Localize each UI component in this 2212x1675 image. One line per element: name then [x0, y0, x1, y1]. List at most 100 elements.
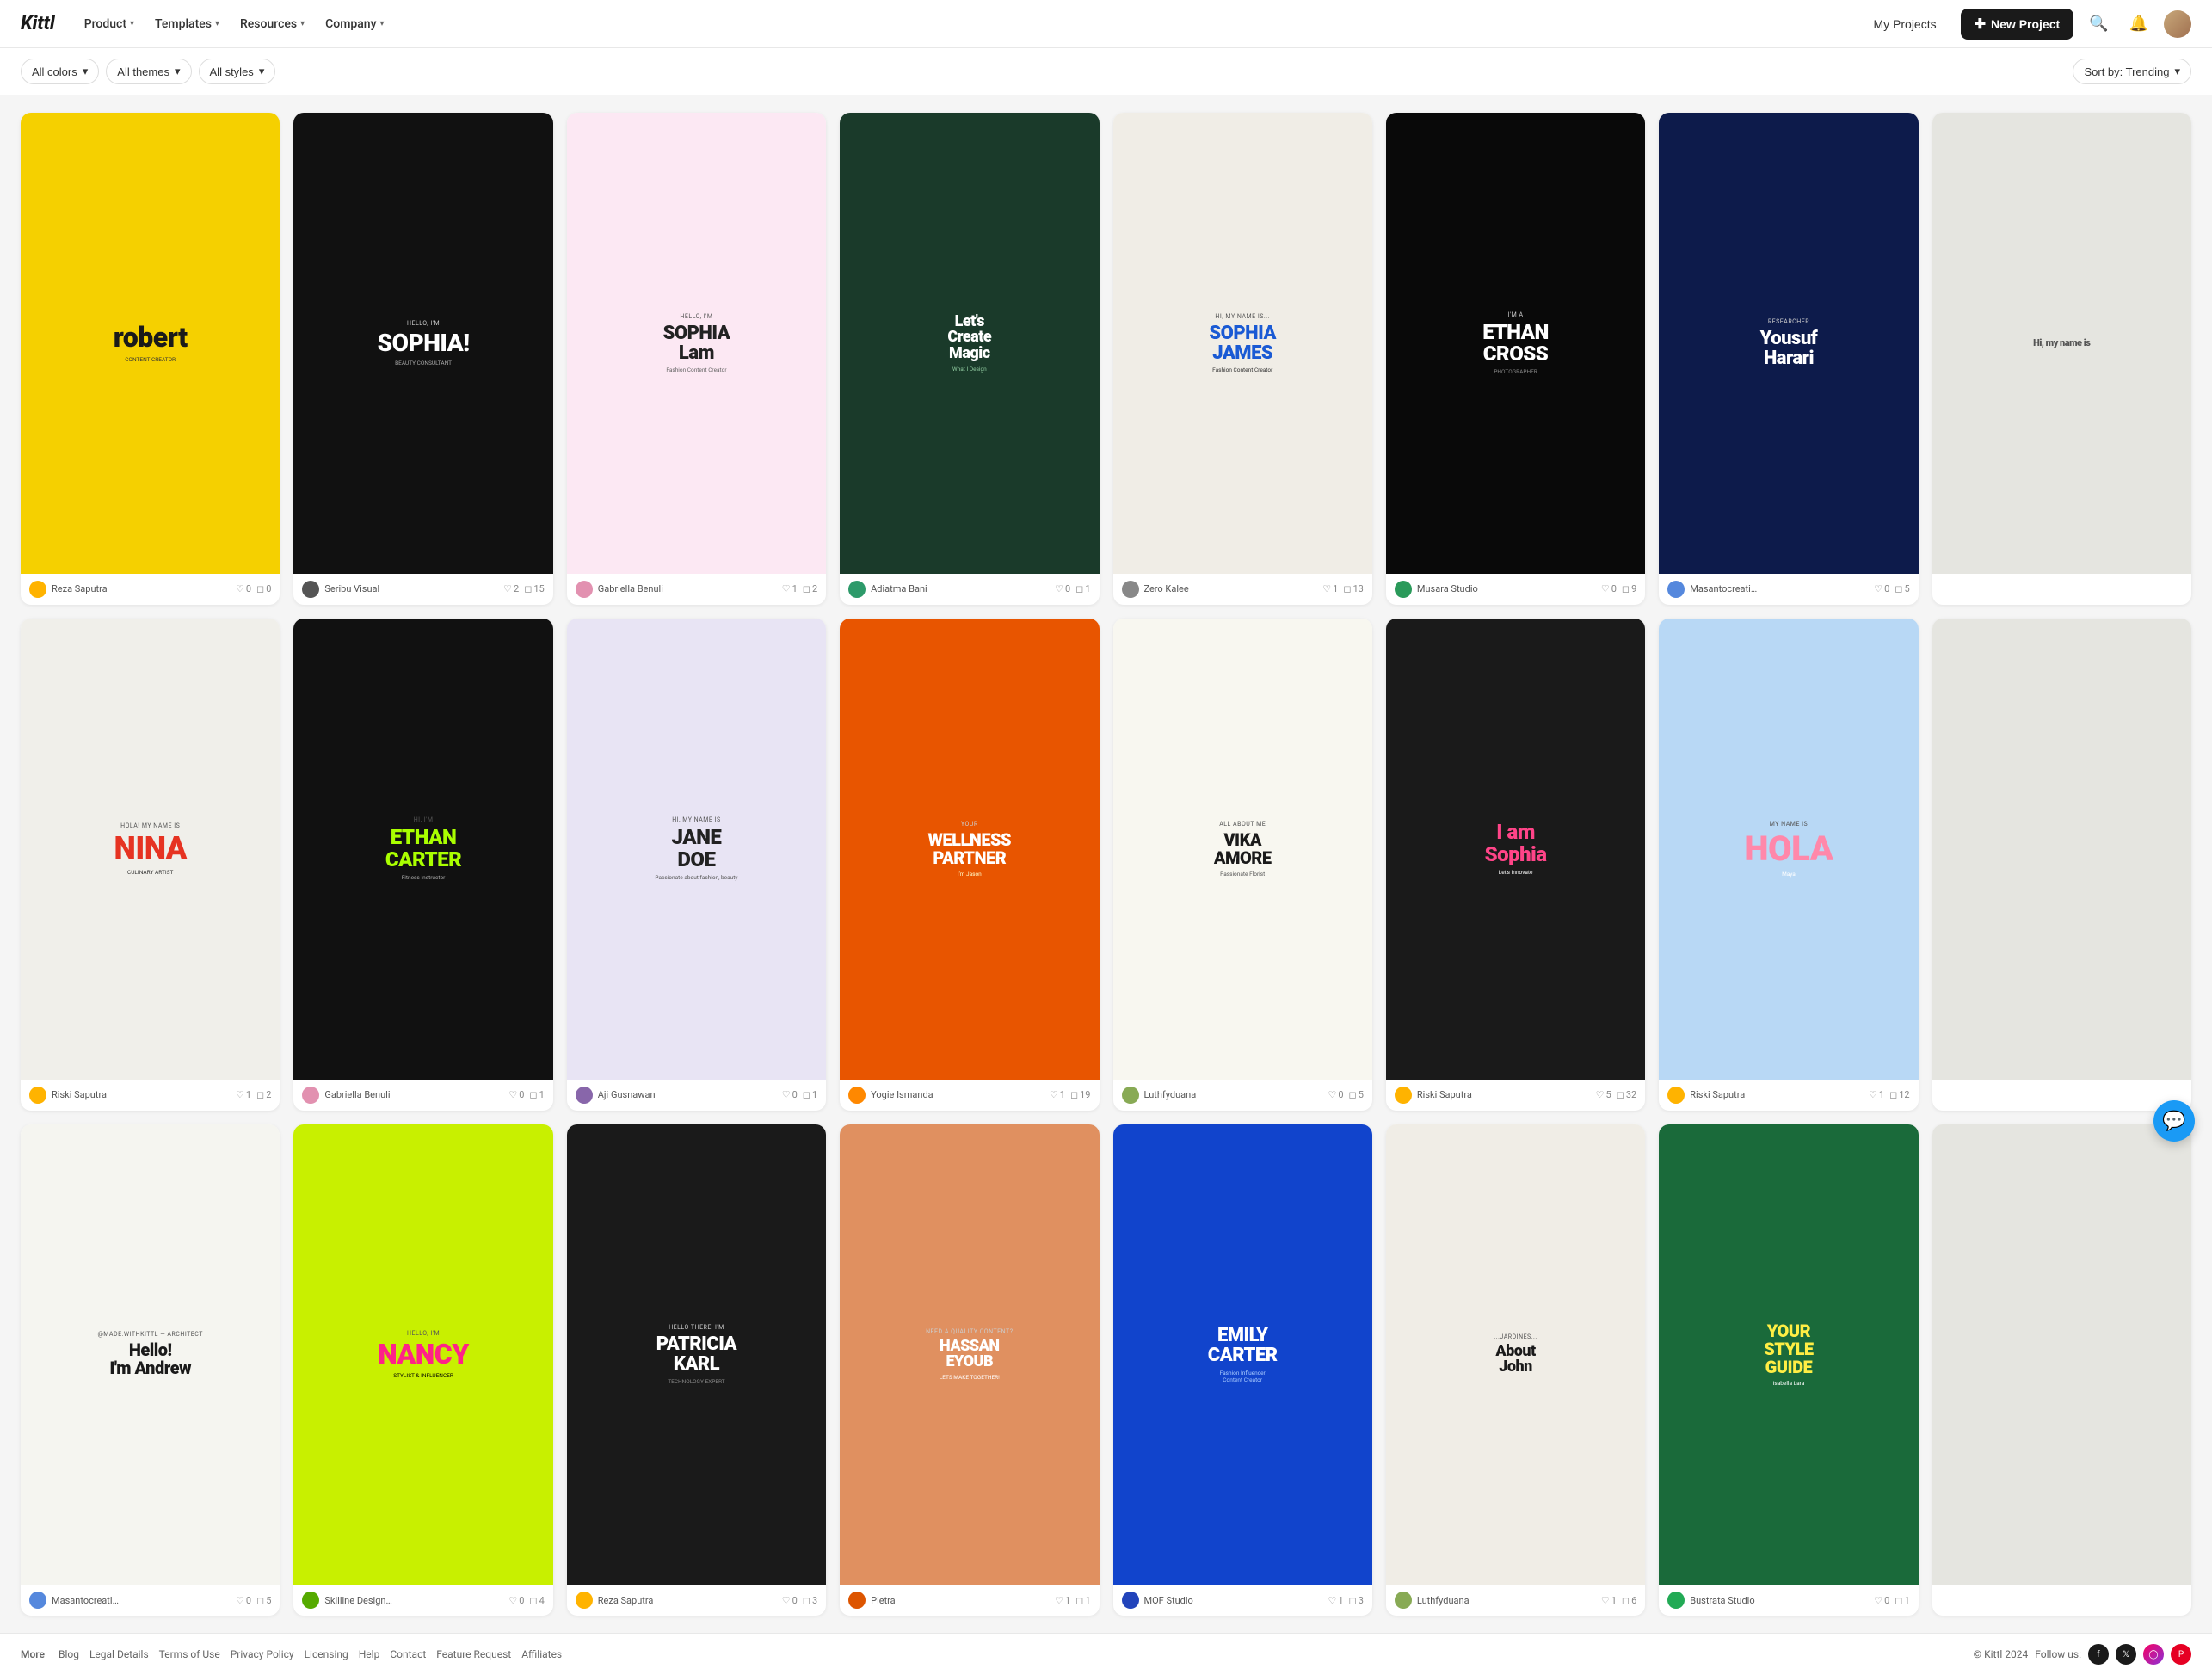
like-count[interactable]: ♡ 0 — [1874, 583, 1889, 594]
nav-item-product[interactable]: Product ▾ — [76, 12, 143, 36]
like-count[interactable]: ♡ 1 — [782, 583, 798, 594]
logo[interactable]: Kittl — [21, 13, 55, 34]
template-card[interactable]: I'M AETHAN CROSSPHOTOGRAPHERMusara Studi… — [1386, 113, 1645, 605]
template-card[interactable]: HELLO, I'MNANCYSTYLIST & INFLUENCERSkill… — [293, 1124, 552, 1616]
colors-filter[interactable]: All colors ▾ — [21, 59, 99, 84]
template-card[interactable]: Hi, my name isJANE DOEPassionate about f… — [567, 619, 826, 1111]
template-card[interactable]: ResearcherYousuf HarariMasantocreative♡ … — [1659, 113, 1918, 605]
user-avatar[interactable] — [2164, 10, 2191, 38]
template-card[interactable]: Hi, my name is...SOPHIA JAMESFashion Con… — [1113, 113, 1372, 605]
like-count[interactable]: ♡ 0 — [1874, 1595, 1889, 1606]
comment-count[interactable]: ◻ 5 — [1895, 583, 1909, 594]
comment-count[interactable]: ◻ 19 — [1070, 1089, 1091, 1100]
like-count[interactable]: ♡ 0 — [1055, 583, 1070, 594]
footer-licensing[interactable]: Licensing — [305, 1648, 348, 1660]
comment-count[interactable]: ◻ 1 — [529, 1089, 544, 1100]
card-author: Bustrata Studio — [1667, 1592, 1754, 1609]
template-card[interactable]: All About MeVIKA AMOREPassionate Florist… — [1113, 619, 1372, 1111]
author-avatar — [302, 1087, 319, 1104]
template-card[interactable]: HI, I'METHAN CARTERFitness InstructorGab… — [293, 619, 552, 1111]
like-count[interactable]: ♡ 2 — [503, 583, 519, 594]
pinterest-icon[interactable]: P — [2171, 1644, 2191, 1665]
like-count[interactable]: ♡ 0 — [1601, 583, 1617, 594]
new-project-button[interactable]: ✚ New Project — [1961, 9, 2074, 40]
template-card[interactable] — [1932, 619, 2191, 1111]
template-card[interactable] — [1932, 1124, 2191, 1616]
comment-count[interactable]: ◻ 3 — [803, 1595, 817, 1606]
card-thumbnail: Hi, my name isJANE DOEPassionate about f… — [567, 619, 826, 1080]
like-count[interactable]: ♡ 1 — [236, 1089, 251, 1100]
template-card[interactable]: MY NAME ISHOLAMayaRiski Saputra♡ 1◻ 12 — [1659, 619, 1918, 1111]
nav-item-templates[interactable]: Templates ▾ — [146, 12, 228, 36]
comment-count[interactable]: ◻ 1 — [1895, 1595, 1909, 1606]
template-card[interactable]: robertCONTENT CREATORReza Saputra♡ 0◻ 0 — [21, 113, 280, 605]
template-card[interactable]: Hi, my name is — [1932, 113, 2191, 605]
nav-item-company[interactable]: Company ▾ — [317, 12, 392, 36]
comment-count[interactable]: ◻ 1 — [1075, 583, 1090, 594]
author-name: MOF Studio — [1144, 1595, 1193, 1606]
comment-count[interactable]: ◻ 4 — [529, 1595, 544, 1606]
like-count[interactable]: ♡ 0 — [236, 1595, 251, 1606]
comment-count[interactable]: ◻ 0 — [256, 583, 271, 594]
template-card[interactable]: yourWELLNESS PARTNERI'm JasonYogie Isman… — [840, 619, 1099, 1111]
styles-filter[interactable]: All styles ▾ — [199, 59, 276, 84]
like-count[interactable]: ♡ 0 — [782, 1089, 798, 1100]
comment-count[interactable]: ◻ 1 — [803, 1089, 817, 1100]
comment-count[interactable]: ◻ 9 — [1622, 583, 1636, 594]
template-card[interactable]: Hello there, I'mPATRICIA KARLTECHNOLOGY … — [567, 1124, 826, 1616]
comment-count[interactable]: ◻ 5 — [1349, 1089, 1364, 1100]
chat-button[interactable]: 💬 — [2153, 1100, 2195, 1142]
template-card[interactable]: HOLA! MY NAME ISNINACULINARY ARTISTRiski… — [21, 619, 280, 1111]
template-card[interactable]: EMILY CARTERFashion Influencer Content C… — [1113, 1124, 1372, 1616]
like-count[interactable]: ♡ 1 — [1050, 1089, 1065, 1100]
template-card[interactable]: YOUR STYLE GUIDEIsabella LaraBustrata St… — [1659, 1124, 1918, 1616]
footer-help[interactable]: Help — [359, 1648, 380, 1660]
like-count[interactable]: ♡ 1 — [1055, 1595, 1070, 1606]
template-card[interactable]: NEED A QUALITY CONTENT?HASSAN EYOUBLETS … — [840, 1124, 1099, 1616]
comment-count[interactable]: ◻ 1 — [1075, 1595, 1090, 1606]
template-card[interactable]: ...Jardines...About JohnLuthfyduana♡ 1◻ … — [1386, 1124, 1645, 1616]
notifications-button[interactable]: 🔔 — [2124, 9, 2153, 38]
footer-terms[interactable]: Terms of Use — [159, 1648, 220, 1660]
like-count[interactable]: ♡ 1 — [1328, 1595, 1343, 1606]
footer-privacy[interactable]: Privacy Policy — [231, 1648, 294, 1660]
nav-item-resources[interactable]: Resources ▾ — [231, 12, 313, 36]
comment-count[interactable]: ◻ 15 — [524, 583, 545, 594]
footer-feature-request[interactable]: Feature Request — [436, 1648, 511, 1660]
search-button[interactable]: 🔍 — [2084, 9, 2113, 38]
template-card[interactable]: I am SophiaLet's InnovateRiski Saputra♡ … — [1386, 619, 1645, 1111]
sort-button[interactable]: Sort by: Trending ▾ — [2073, 59, 2191, 84]
footer-blog[interactable]: Blog — [59, 1648, 79, 1660]
like-count[interactable]: ♡ 1 — [1869, 1089, 1884, 1100]
my-projects-button[interactable]: My Projects — [1859, 10, 1950, 38]
instagram-icon[interactable]: ◯ — [2143, 1644, 2164, 1665]
template-card[interactable]: HELLO, I'MSOPHIA!BEAUTY CONSULTANTSeribu… — [293, 113, 552, 605]
footer-more[interactable]: More — [21, 1648, 45, 1660]
twitter-icon[interactable]: 𝕏 — [2116, 1644, 2136, 1665]
comment-count[interactable]: ◻ 32 — [1617, 1089, 1637, 1100]
like-count[interactable]: ♡ 0 — [782, 1595, 798, 1606]
like-count[interactable]: ♡ 1 — [1322, 583, 1338, 594]
footer-legal[interactable]: Legal Details — [89, 1648, 149, 1660]
comment-count[interactable]: ◻ 3 — [1349, 1595, 1364, 1606]
like-count[interactable]: ♡ 0 — [1328, 1089, 1343, 1100]
comment-count[interactable]: ◻ 5 — [256, 1595, 271, 1606]
comment-count[interactable]: ◻ 13 — [1343, 583, 1364, 594]
comment-count[interactable]: ◻ 2 — [803, 583, 817, 594]
themes-filter[interactable]: All themes ▾ — [106, 59, 191, 84]
footer-contact[interactable]: Contact — [390, 1648, 426, 1660]
comment-count[interactable]: ◻ 12 — [1889, 1089, 1910, 1100]
like-count[interactable]: ♡ 0 — [508, 1595, 524, 1606]
like-count[interactable]: ♡ 5 — [1596, 1089, 1611, 1100]
footer-affiliates[interactable]: Affiliates — [521, 1648, 562, 1660]
facebook-icon[interactable]: f — [2088, 1644, 2109, 1665]
like-count[interactable]: ♡ 0 — [508, 1089, 524, 1100]
like-count[interactable]: ♡ 1 — [1601, 1595, 1617, 1606]
comment-count[interactable]: ◻ 2 — [256, 1089, 271, 1100]
template-card[interactable]: @made.withkittl — ArchitectHello! I'm An… — [21, 1124, 280, 1616]
card-thumbnail: Hi, my name is — [1932, 113, 2191, 574]
template-card[interactable]: Let's Create MagicWhat I DesignAdiatma B… — [840, 113, 1099, 605]
like-count[interactable]: ♡ 0 — [236, 583, 251, 594]
comment-count[interactable]: ◻ 6 — [1622, 1595, 1636, 1606]
template-card[interactable]: Hello, I'mSOPHIA LamFashion Content Crea… — [567, 113, 826, 605]
